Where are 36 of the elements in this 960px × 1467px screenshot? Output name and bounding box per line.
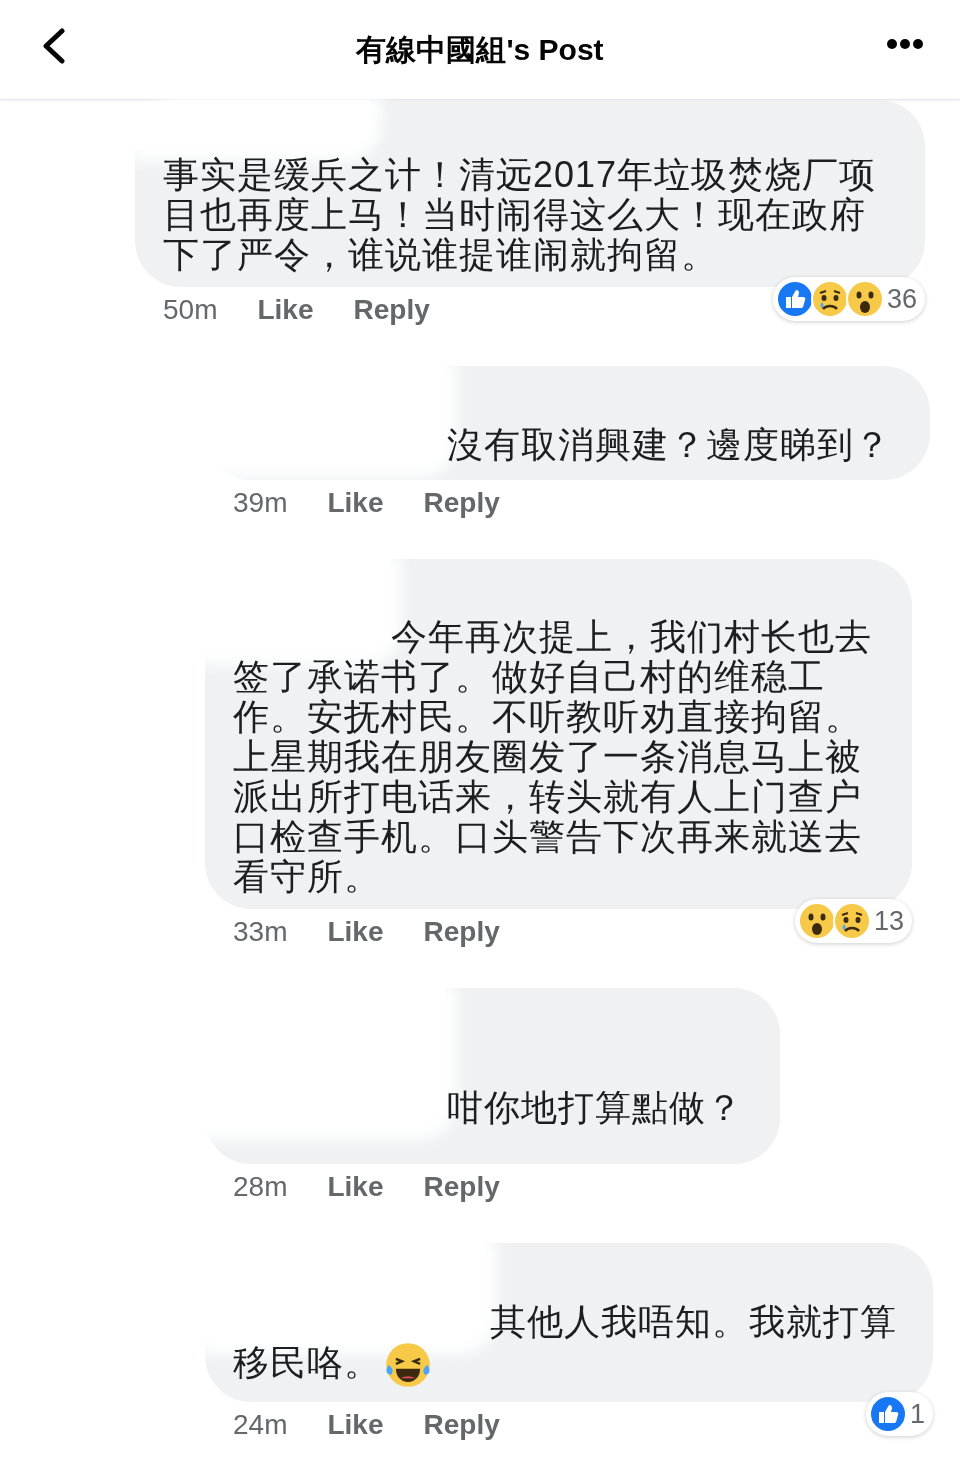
like-link[interactable]: Like — [327, 488, 384, 518]
reply-link[interactable]: Reply — [353, 295, 430, 325]
surprised-emoji-icon — [845, 279, 884, 318]
reaction-badge[interactable]: 36 — [772, 276, 925, 321]
reply-link[interactable]: Reply — [423, 917, 500, 947]
comment-text: 其他人我唔知。我就打算移民咯。 — [233, 1302, 905, 1388]
like-link[interactable]: Like — [257, 295, 314, 325]
reaction-badge[interactable]: 1 — [865, 1391, 933, 1436]
comment-text: 咁你地打算點做？ — [446, 1088, 744, 1128]
like-link[interactable]: Like — [327, 917, 384, 947]
reply-link[interactable]: Reply — [423, 488, 500, 518]
comment-text: 沒有取消興建？邊度睇到？ — [446, 425, 892, 465]
reaction-count: 1 — [909, 1397, 925, 1431]
comment-time: 50m — [163, 295, 218, 325]
comment-time: 33m — [233, 917, 288, 947]
page-title: 有線中國組's Post — [356, 32, 604, 68]
sad-emoji-icon — [810, 279, 849, 318]
reaction-count: 36 — [886, 282, 917, 316]
comment-time: 24m — [233, 1410, 288, 1440]
reaction-count: 13 — [873, 904, 904, 938]
reaction-badge[interactable]: 13 — [794, 898, 912, 943]
comment-time: 28m — [233, 1172, 288, 1202]
sad-emoji-icon — [832, 901, 871, 940]
more-icon[interactable] — [886, 38, 924, 50]
thumbs-up-icon — [775, 279, 814, 318]
reply-link[interactable]: Reply — [423, 1410, 500, 1440]
comment-text: 今年再次提上，我们村长也去签了承诺书了。做好自己村的维稳工作。安抚村民。不听教听劝直接拘留。上星期我在朋友圈发了一条消息马上被派出所打电话来，转头就有人上门查户口检查手机。口头警告下次再来就送去看守所。 — [233, 617, 873, 897]
like-link[interactable]: Like — [327, 1172, 384, 1202]
thumbs-up-icon — [868, 1394, 907, 1433]
comment-time: 39m — [233, 488, 288, 518]
reply-link[interactable]: Reply — [423, 1172, 500, 1202]
laughing-emoji-icon — [385, 1342, 431, 1388]
like-link[interactable]: Like — [327, 1410, 384, 1440]
back-icon[interactable] — [40, 28, 66, 64]
surprised-emoji-icon — [797, 901, 836, 940]
comment-text: 事实是缓兵之计！清远2017年垃圾焚烧厂项目也再度上马！当时闹得这么大！现在政府下了严令，谁说谁提谁闹就拘留。 — [163, 155, 878, 275]
